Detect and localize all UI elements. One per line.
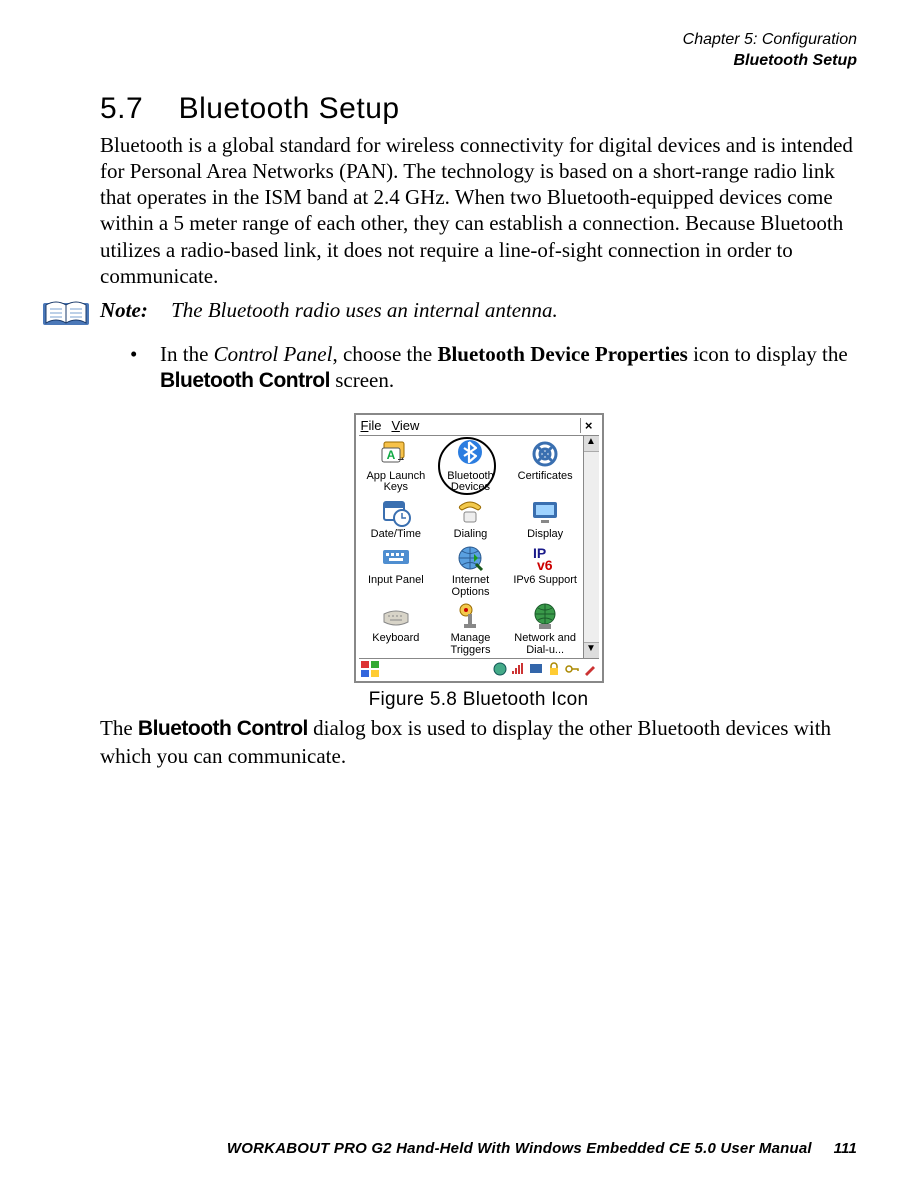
icon-label: Display xyxy=(527,528,563,540)
panel-body: A App Launch Keys Bluetooth Devices xyxy=(359,436,599,659)
scroll-track[interactable] xyxy=(584,452,599,643)
tray-screen-icon[interactable] xyxy=(529,662,543,676)
icon-network-dialup[interactable]: Network and Dial-u... xyxy=(508,600,583,656)
network-dialup-icon xyxy=(529,600,561,632)
tray-key-icon[interactable] xyxy=(565,662,579,676)
start-button[interactable] xyxy=(361,661,379,677)
running-header: Chapter 5: Configuration Bluetooth Setup xyxy=(100,30,857,72)
icon-certificates[interactable]: Certificates xyxy=(508,438,583,494)
bullet-marker: • xyxy=(130,341,160,367)
icon-label: Manage Triggers xyxy=(451,632,491,656)
icon-input-panel[interactable]: Input Panel xyxy=(359,542,434,598)
bdp-term: Bluetooth Device Properties xyxy=(437,342,687,366)
after-paragraph: The Bluetooth Control dialog box is used… xyxy=(100,715,857,769)
icon-label: Internet Options xyxy=(452,574,490,598)
header-chapter: Chapter 5: Configuration xyxy=(100,30,857,51)
section-heading: 5.7 Bluetooth Setup xyxy=(100,92,857,126)
figure-caption: Figure 5.8 Bluetooth Icon xyxy=(100,689,857,711)
figure: File View × A App Launch Keys xyxy=(100,413,857,712)
icon-grid: A App Launch Keys Bluetooth Devices xyxy=(359,436,583,659)
bullet-text: In the Control Panel, choose the Bluetoo… xyxy=(160,341,857,395)
icon-label: IPv6 Support xyxy=(513,574,577,586)
scroll-down-arrow[interactable]: ▼ xyxy=(584,642,599,658)
control-panel-term: Control Panel xyxy=(214,342,333,366)
svg-text:v6: v6 xyxy=(537,557,553,573)
icon-ipv6-support[interactable]: IPv6 IPv6 Support xyxy=(508,542,583,598)
scrollbar[interactable]: ▲ ▼ xyxy=(583,436,599,659)
control-panel-window: File View × A App Launch Keys xyxy=(354,413,604,684)
menu-file[interactable]: File xyxy=(361,418,382,433)
note-label: Note: xyxy=(100,298,148,322)
certificates-icon xyxy=(529,438,561,470)
icon-label: App Launch Keys xyxy=(366,470,425,494)
icon-label: Network and Dial-u... xyxy=(514,632,576,656)
tray-lock-icon[interactable] xyxy=(547,662,561,676)
running-footer: WORKABOUT PRO G2 Hand-Held With Windows … xyxy=(227,1140,857,1157)
close-button[interactable]: × xyxy=(580,418,597,433)
bluetooth-devices-icon xyxy=(454,438,486,470)
bt-control-term: Bluetooth Control xyxy=(160,369,330,392)
icon-internet-options[interactable]: Internet Options xyxy=(433,542,508,598)
input-panel-icon xyxy=(380,542,412,574)
footer-text: WORKABOUT PRO G2 Hand-Held With Windows … xyxy=(227,1140,812,1157)
icon-label: Input Panel xyxy=(368,574,424,586)
taskbar xyxy=(359,658,599,678)
icon-dialing[interactable]: Dialing xyxy=(433,496,508,541)
bullet-item: • In the Control Panel, choose the Bluet… xyxy=(130,341,857,395)
ipv6-support-icon: IPv6 xyxy=(529,542,561,574)
page: Chapter 5: Configuration Bluetooth Setup… xyxy=(0,0,897,1193)
book-icon xyxy=(42,297,90,331)
display-icon xyxy=(529,496,561,528)
app-launch-keys-icon: A xyxy=(380,438,412,470)
icon-label: Keyboard xyxy=(372,632,419,644)
icon-keyboard[interactable]: Keyboard xyxy=(359,600,434,656)
icon-app-launch-keys[interactable]: A App Launch Keys xyxy=(359,438,434,494)
section-title-text: Bluetooth Setup xyxy=(179,92,400,125)
tray-network-icon[interactable] xyxy=(493,662,507,676)
icon-bluetooth-devices[interactable]: Bluetooth Devices xyxy=(433,438,508,494)
bt-control-term-2: Bluetooth Control xyxy=(138,717,308,740)
menu-bar: File View × xyxy=(359,418,599,436)
icon-label: Bluetooth Devices xyxy=(447,470,493,494)
note-block: Note: The Bluetooth radio uses an intern… xyxy=(42,297,857,331)
note-text: Note: The Bluetooth radio uses an intern… xyxy=(100,297,558,324)
scroll-up-arrow[interactable]: ▲ xyxy=(584,436,599,452)
icon-date-time[interactable]: Date/Time xyxy=(359,496,434,541)
system-tray xyxy=(493,662,597,676)
tray-signal-icon[interactable] xyxy=(511,662,525,676)
tray-pen-icon[interactable] xyxy=(583,662,597,676)
menu-view[interactable]: View xyxy=(391,418,419,433)
icon-label: Date/Time xyxy=(371,528,421,540)
dialing-icon xyxy=(454,496,486,528)
section-number: 5.7 xyxy=(100,92,143,125)
svg-text:A: A xyxy=(386,448,395,462)
icon-display[interactable]: Display xyxy=(508,496,583,541)
icon-label: Dialing xyxy=(454,528,488,540)
manage-triggers-icon xyxy=(454,600,486,632)
header-section: Bluetooth Setup xyxy=(100,51,857,72)
icon-manage-triggers[interactable]: Manage Triggers xyxy=(433,600,508,656)
note-body: The Bluetooth radio uses an internal ant… xyxy=(171,298,558,322)
date-time-icon xyxy=(380,496,412,528)
internet-options-icon xyxy=(454,542,486,574)
icon-label: Certificates xyxy=(518,470,573,482)
page-number: 111 xyxy=(834,1140,857,1157)
keyboard-icon xyxy=(380,600,412,632)
intro-paragraph: Bluetooth is a global standard for wirel… xyxy=(100,132,857,290)
